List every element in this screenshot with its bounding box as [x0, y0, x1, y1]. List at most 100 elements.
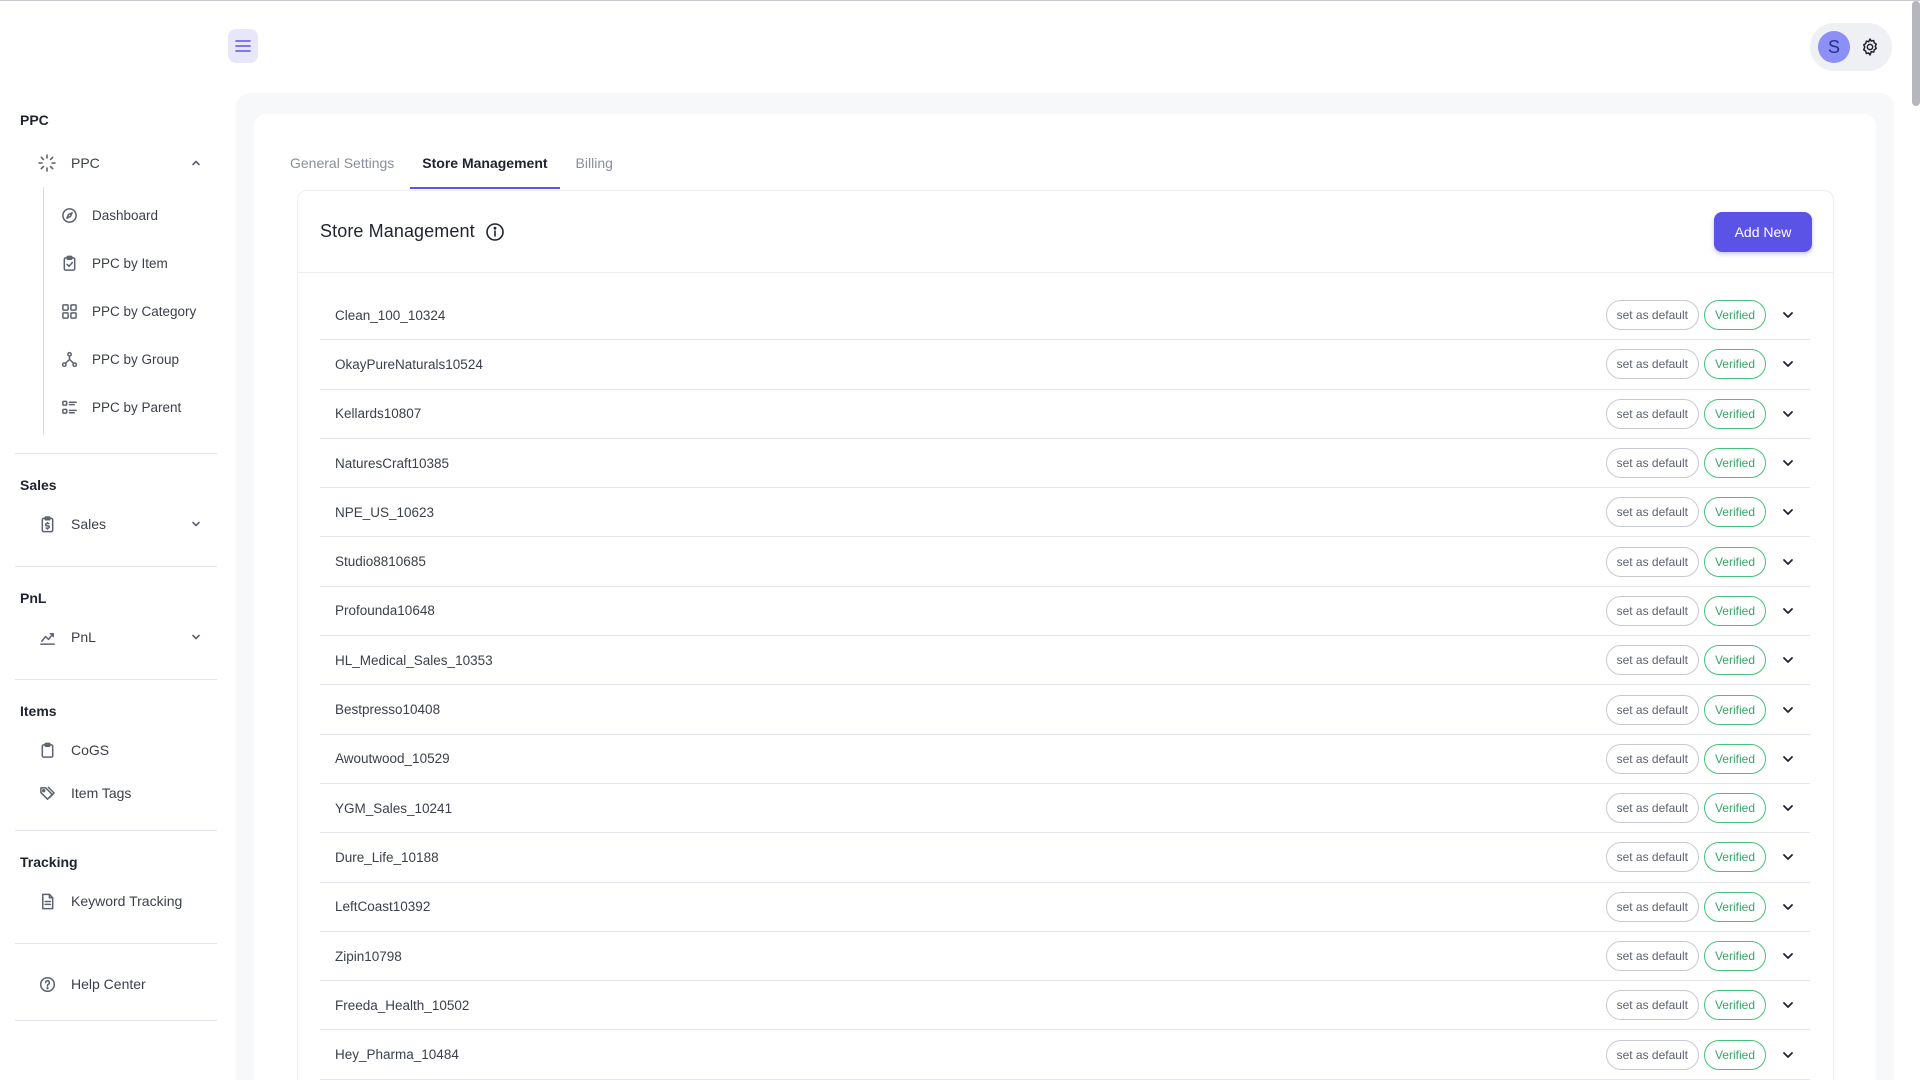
sidebar-item-label: PPC [71, 155, 100, 171]
chevron-down-icon[interactable] [189, 630, 203, 644]
chevron-down-icon[interactable] [1778, 798, 1798, 818]
chevron-down-icon[interactable] [1778, 847, 1798, 867]
set-default-button[interactable]: set as default [1605, 990, 1699, 1021]
chevron-down-icon[interactable] [1778, 749, 1798, 769]
chevron-down-icon[interactable] [1778, 946, 1798, 966]
chevron-down-icon[interactable] [1778, 700, 1798, 720]
sidebar-item-ppc-by-parent[interactable]: PPC by Parent [44, 383, 217, 431]
chevron-down-icon[interactable] [1778, 305, 1798, 325]
verified-badge: Verified [1703, 793, 1766, 824]
document-icon [37, 891, 57, 911]
sidebar-item-ppc-by-item[interactable]: PPC by Item [44, 239, 217, 287]
store-list: Clean_100_10324 set as default Verified Oka… [320, 291, 1810, 1080]
set-default-button[interactable]: set as default [1605, 349, 1699, 380]
sidebar-section-ppc: PPC PPC Dashboard PPC by Item PPC by Cat… [0, 109, 232, 435]
sidebar-heading-ppc: PPC [20, 112, 49, 128]
sidebar-item-label: Sales [71, 516, 107, 532]
sidebar-divider [15, 1020, 217, 1021]
set-default-button[interactable]: set as default [1605, 497, 1699, 528]
sidebar-item-cogs[interactable]: CoGS [15, 726, 217, 774]
store-row: Clean_100_10324 set as default Verified [320, 291, 1810, 341]
set-default-button[interactable]: set as default [1605, 595, 1699, 626]
set-default-button[interactable]: set as default [1605, 300, 1699, 331]
chevron-down-icon[interactable] [1778, 453, 1798, 473]
sidebar-section-pnl: PnL PnL [0, 567, 232, 661]
verified-badge: Verified [1703, 497, 1766, 528]
verified-badge: Verified [1703, 743, 1766, 774]
menu-toggle-button[interactable] [228, 29, 258, 63]
verified-badge: Verified [1703, 891, 1766, 922]
compass-icon [60, 206, 78, 224]
chevron-down-icon[interactable] [189, 517, 203, 531]
sidebar-item-sales[interactable]: Sales [15, 500, 217, 548]
set-default-button[interactable]: set as default [1605, 398, 1699, 429]
chevron-down-icon[interactable] [1778, 552, 1798, 572]
tab-billing[interactable]: Billing [564, 151, 625, 189]
verified-badge: Verified [1703, 694, 1766, 725]
sparkle-loader-icon [37, 153, 57, 173]
chevron-down-icon[interactable] [1778, 354, 1798, 374]
store-row: Awoutwood_10529 set as default Verified [320, 735, 1810, 784]
set-default-button[interactable]: set as default [1605, 842, 1699, 873]
network-icon [60, 350, 78, 368]
sidebar-item-label: PPC by Parent [92, 399, 182, 415]
chevron-down-icon[interactable] [1778, 502, 1798, 522]
store-row: Kellards10807 set as default Verified [320, 390, 1810, 439]
verified-badge: Verified [1703, 448, 1766, 479]
sidebar-item-dashboard[interactable]: Dashboard [44, 191, 217, 239]
add-new-button[interactable]: Add New [1714, 212, 1812, 252]
tab-store-management[interactable]: Store Management [410, 151, 560, 189]
set-default-button[interactable]: set as default [1605, 694, 1699, 725]
set-default-button[interactable]: set as default [1605, 546, 1699, 577]
chevron-down-icon[interactable] [1778, 897, 1798, 917]
store-row: NaturesCraft10385 set as default Verified [320, 439, 1810, 489]
user-menu: S [1810, 23, 1892, 71]
chevron-down-icon[interactable] [1778, 404, 1798, 424]
card-header: Store Management Add New [298, 191, 1833, 273]
scrollbar-thumb[interactable] [1912, 1, 1920, 106]
store-name: Clean_100_10324 [335, 307, 446, 323]
set-default-button[interactable]: set as default [1605, 448, 1699, 479]
sidebar-item-keyword-tracking[interactable]: Keyword Tracking [15, 877, 217, 925]
sidebar-item-ppc-by-category[interactable]: PPC by Category [44, 287, 217, 335]
store-name: Kellards10807 [335, 406, 422, 422]
gear-icon[interactable] [1858, 35, 1882, 59]
sidebar-heading-items: Items [20, 703, 57, 719]
chevron-down-icon[interactable] [1778, 601, 1798, 621]
chevron-down-icon[interactable] [1778, 1045, 1798, 1065]
chart-line-icon [37, 627, 57, 647]
store-management-card: Store Management Add New Clean_100_10324… [297, 190, 1834, 1080]
sidebar-section-items: Items CoGS Item Tags [0, 680, 232, 812]
chevron-down-icon[interactable] [1778, 995, 1798, 1015]
sidebar-top-spacer [0, 1, 232, 109]
sidebar-item-pnl[interactable]: PnL [15, 613, 217, 661]
sidebar-item-help-center[interactable]: Help Center [15, 960, 217, 1008]
set-default-button[interactable]: set as default [1605, 1039, 1699, 1070]
set-default-button[interactable]: set as default [1605, 743, 1699, 774]
avatar[interactable]: S [1818, 31, 1850, 63]
sidebar-section-help: Help Center [0, 944, 232, 1008]
store-name: Profounda10648 [335, 603, 435, 619]
sidebar-heading-tracking: Tracking [20, 854, 78, 870]
sidebar-item-ppc[interactable]: PPC [15, 139, 217, 187]
set-default-button[interactable]: set as default [1605, 645, 1699, 676]
set-default-button[interactable]: set as default [1605, 891, 1699, 922]
tab-general-settings[interactable]: General Settings [278, 151, 406, 189]
set-default-button[interactable]: set as default [1605, 941, 1699, 971]
sidebar: PPC PPC Dashboard PPC by Item PPC by Cat… [0, 1, 232, 1080]
chevron-down-icon[interactable] [1778, 650, 1798, 670]
store-row: Zipin10798 set as default Verified [320, 932, 1810, 982]
settings-tabs: General Settings Store Management Billin… [278, 151, 629, 189]
chevron-up-icon[interactable] [189, 156, 203, 170]
verified-badge: Verified [1703, 842, 1766, 873]
store-row: Bestpresso10408 set as default Verified [320, 685, 1810, 735]
sidebar-item-item-tags[interactable]: Item Tags [15, 774, 217, 812]
info-icon[interactable] [485, 222, 505, 242]
verified-badge: Verified [1703, 1039, 1766, 1070]
set-default-button[interactable]: set as default [1605, 793, 1699, 824]
list-icon [60, 398, 78, 416]
clipboard-icon [60, 254, 78, 272]
sidebar-item-label: CoGS [71, 742, 110, 758]
sidebar-item-ppc-by-group[interactable]: PPC by Group [44, 335, 217, 383]
store-row: YGM_Sales_10241 set as default Verified [320, 784, 1810, 834]
